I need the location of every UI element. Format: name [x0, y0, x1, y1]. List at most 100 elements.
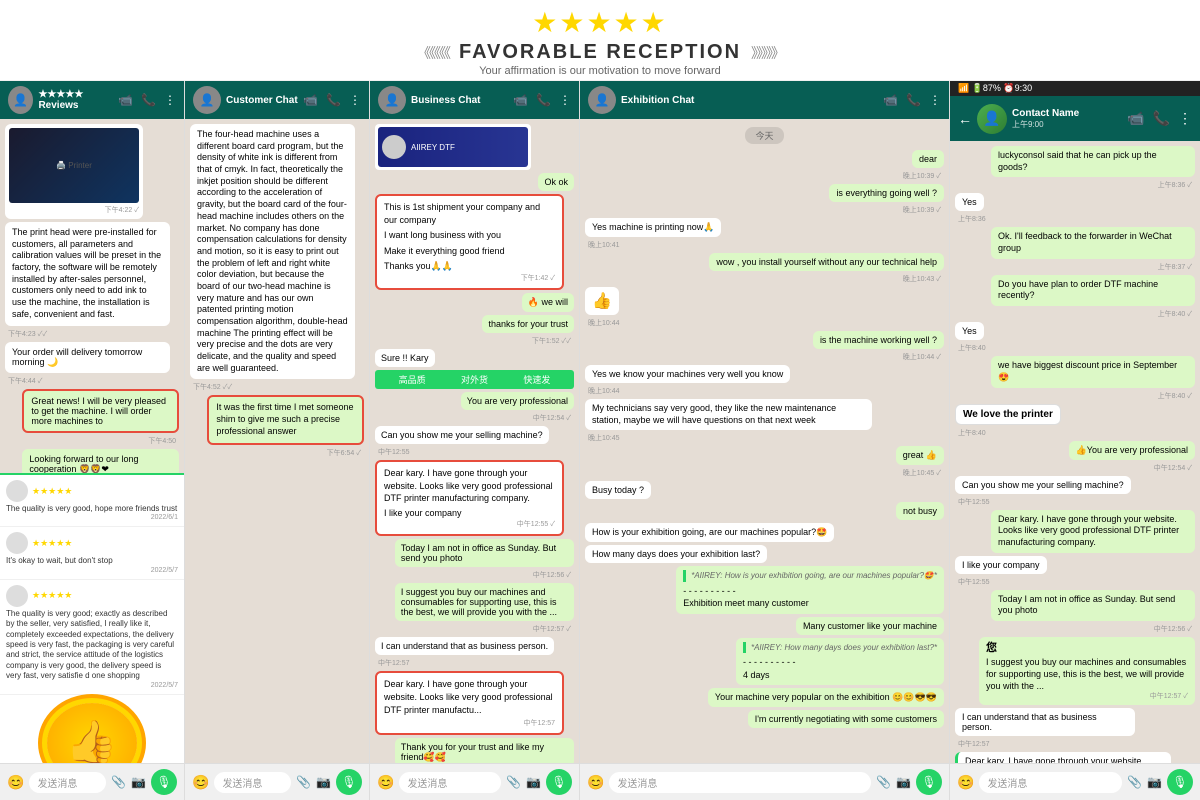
- chat4-msg4-time: 晚上10:43 ✓: [903, 274, 941, 284]
- chat5-input[interactable]: 发送消息: [979, 772, 1122, 793]
- chat5-msg2: Yes: [955, 193, 984, 211]
- chat3-msg7-time: 下午1:52 ✓✓: [532, 336, 571, 346]
- chat4-msg9: great 👍: [896, 446, 944, 465]
- panel-4: 👤 Exhibition Chat 📹 📞 ⋮ 今天 dear 晚上10:39 …: [580, 81, 950, 800]
- menu-icon5[interactable]: ⋮: [1178, 110, 1192, 127]
- call-icon2[interactable]: 📞: [326, 93, 341, 107]
- chat3-msg6: 🔥 we will: [522, 293, 574, 312]
- subtitle: Your affirmation is our motivation to mo…: [0, 65, 1200, 77]
- chat4-msg2: is everything going well ?: [829, 184, 944, 202]
- call-icon4[interactable]: 📞: [906, 93, 921, 107]
- action-fast[interactable]: 快速发: [523, 373, 550, 386]
- attach-icon4[interactable]: 📎: [876, 775, 891, 789]
- chat3-highlight-box: This is 1st shipment your company and ou…: [375, 194, 564, 290]
- menu-icon3[interactable]: ⋮: [559, 93, 571, 107]
- back-icon[interactable]: ←: [958, 111, 972, 127]
- camera-icon3[interactable]: 📷: [526, 775, 541, 789]
- arrows-left: 《《《《《: [417, 43, 449, 63]
- chat2-msg2: It was the first time I met someone shim…: [207, 395, 364, 444]
- chat4-msg6-time: 晚上10:44 ✓: [903, 352, 941, 362]
- chat5-msg1-time: 上午8:36 ✓: [1158, 180, 1192, 190]
- chat5-msg3-time: 上午8:37 ✓: [1158, 262, 1192, 272]
- chat5-msg10: Dear kary. I have gone through your webs…: [991, 510, 1195, 553]
- chat4-msg3-time: 晚上10:41: [588, 240, 620, 250]
- msg-time-2: 下午4:44 ✓: [8, 376, 42, 386]
- call-icon5[interactable]: 📞: [1153, 110, 1170, 127]
- star-rating: ★★★★★: [0, 6, 1200, 39]
- chat5-messages: luckyconsol said that he can pick up the…: [950, 141, 1200, 763]
- attach-icon2[interactable]: 📎: [296, 775, 311, 789]
- action-export[interactable]: 对外货: [461, 373, 488, 386]
- chat3-input-bar: 😊 发送消息 📎 📷 🎙: [370, 763, 579, 800]
- chat5-msg12: Today I am not in office as Sunday. But …: [991, 590, 1195, 621]
- video-icon3[interactable]: 📹: [513, 93, 528, 107]
- video-icon4[interactable]: 📹: [883, 93, 898, 107]
- chat5-msg2-time: 上午8:36: [958, 214, 986, 224]
- chat3-action-bar: 高品质 对外货 快速发: [375, 370, 574, 389]
- chat3-highlight-box3: Dear kary. I have gone through your webs…: [375, 671, 564, 735]
- reviews-section: ★★★★★ The quality is very good, hope mor…: [0, 473, 184, 763]
- camera-icon2[interactable]: 📷: [316, 775, 331, 789]
- chat3-name: Business Chat: [411, 95, 480, 106]
- call-icon3[interactable]: 📞: [536, 93, 551, 107]
- video-icon5[interactable]: 📹: [1127, 110, 1144, 127]
- chat3-input[interactable]: 发送消息: [399, 772, 501, 793]
- send-button[interactable]: 🎙: [151, 769, 177, 795]
- send-button4[interactable]: 🎙: [916, 769, 942, 795]
- chat3-messages: AIIREY DTF Ok ok This is 1st shipment yo…: [370, 119, 579, 763]
- send-button5[interactable]: 🎙: [1167, 769, 1193, 795]
- chat2-input[interactable]: 发送消息: [214, 772, 291, 793]
- attach-icon[interactable]: 📎: [111, 775, 126, 789]
- chat2-input-bar: 😊 发送消息 📎 📷 🎙: [185, 763, 369, 800]
- chat4-msg1-time: 晚上10:39 ✓: [903, 171, 941, 181]
- avatar2: 👤: [193, 86, 221, 114]
- emoji-icon[interactable]: 😊: [7, 774, 24, 791]
- camera-icon5[interactable]: 📷: [1147, 775, 1162, 789]
- chat4-msg17: Your machine very popular on the exhibit…: [708, 688, 944, 707]
- chat4-input[interactable]: 发送消息: [609, 772, 871, 793]
- chat3-header: 👤 Business Chat 📹 📞 ⋮: [370, 81, 579, 119]
- msg-received-2: Your order will delivery tomorrow mornin…: [5, 342, 170, 373]
- chat3-profile-banner: AIIREY DTF: [375, 124, 531, 170]
- chat3-msg15-time: 中午12:57 ✓: [533, 624, 571, 634]
- video-icon2[interactable]: 📹: [303, 93, 318, 107]
- emoji-icon3[interactable]: 😊: [377, 774, 394, 791]
- menu-icon2[interactable]: ⋮: [349, 93, 361, 107]
- avatar5: 👤: [977, 104, 1007, 134]
- emoji-icon5[interactable]: 😊: [957, 774, 974, 791]
- action-quality[interactable]: 高品质: [399, 373, 426, 386]
- menu-icon[interactable]: ⋮: [164, 93, 176, 107]
- right-status-bar: 📶 🔋87% ⏰9:30: [950, 81, 1200, 96]
- chat5-msg3: Ok. I'll feedback to the forwarder in We…: [991, 227, 1195, 258]
- chat2-msg1: The four-head machine uses a different b…: [190, 124, 355, 379]
- chat3-msg7: thanks for your trust: [482, 315, 574, 333]
- emoji-icon2[interactable]: 😊: [192, 774, 209, 791]
- chat5-msg1: luckyconsol said that he can pick up the…: [991, 146, 1195, 177]
- chat4-msg8-time: 晚上10:45: [588, 433, 620, 443]
- chat4-msg4: wow , you install yourself without any o…: [709, 253, 944, 271]
- attach-icon3[interactable]: 📎: [506, 775, 521, 789]
- camera-icon4[interactable]: 📷: [896, 775, 911, 789]
- chat4-msg15: Many customer like your machine: [796, 617, 944, 635]
- header: ★★★★★ 《《《《《 FAVORABLE RECEPTION 》》》》》 Yo…: [0, 0, 1200, 81]
- chat3-msg18: Thank you for your trust and like my fri…: [395, 738, 574, 763]
- attach-icon5[interactable]: 📎: [1127, 775, 1142, 789]
- review-item-2: ★★★★★ It's okay to wait, but don't stop …: [0, 527, 184, 579]
- chat5-msg11-time: 中午12:55: [958, 577, 990, 587]
- chat1-input[interactable]: 发送消息: [29, 772, 106, 793]
- chat4-msg7-time: 晚上10:44: [588, 386, 620, 396]
- send-button2[interactable]: 🎙: [336, 769, 362, 795]
- chat4-header: 👤 Exhibition Chat 📹 📞 ⋮: [580, 81, 949, 119]
- msg-received: The print head were pre-installed for cu…: [5, 222, 170, 326]
- menu-icon4[interactable]: ⋮: [929, 93, 941, 107]
- camera-icon[interactable]: 📷: [131, 775, 146, 789]
- video-icon[interactable]: 📹: [118, 93, 133, 107]
- chat5-msg7-time: 上午8:40: [958, 428, 986, 438]
- emoji-icon4[interactable]: 😊: [587, 774, 604, 791]
- chat2-messages: The four-head machine uses a different b…: [185, 119, 369, 763]
- call-icon[interactable]: 📞: [141, 93, 156, 107]
- chat3-msg1: Ok ok: [538, 173, 574, 191]
- msg-received: 🖨️ Printer 下午4:22 ✓: [5, 124, 143, 219]
- send-button3[interactable]: 🎙: [546, 769, 572, 795]
- chat3-msg10: You are very professional: [461, 392, 574, 410]
